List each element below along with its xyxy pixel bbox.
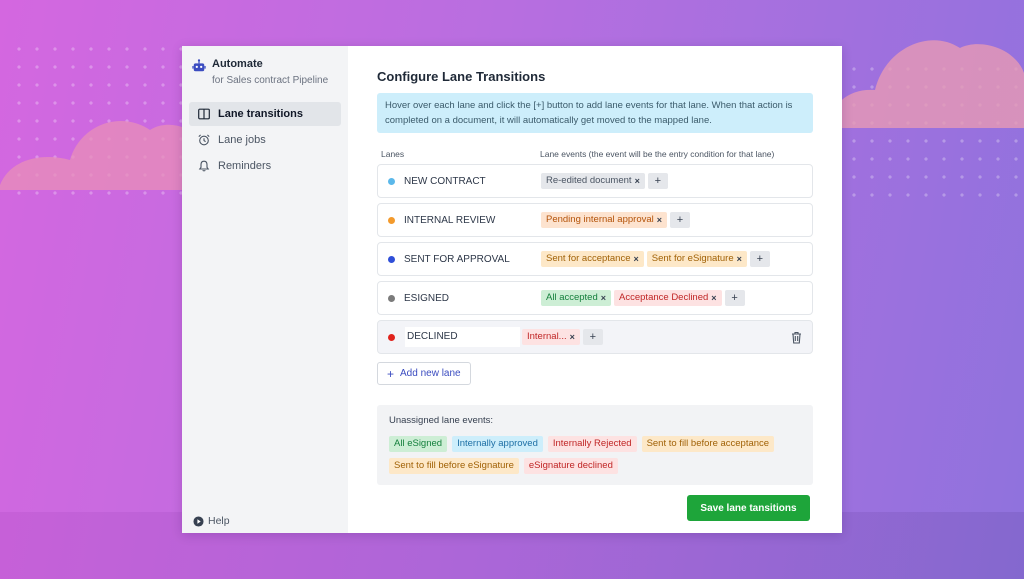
page-title: Configure Lane Transitions [377,69,546,84]
lane-event-list: All accepted × Acceptance Declined × + [541,290,745,306]
add-event-button[interactable]: + [749,251,770,267]
lane-event-label: All accepted [546,292,598,303]
column-headers: Lanes Lane events (the event will be the… [377,149,813,159]
lane-color-dot [388,333,395,341]
lane-color-dot [388,216,395,224]
lane-name: ESIGNED [404,292,450,304]
add-lane-label: Add new lane [400,368,461,379]
help-link[interactable]: Help [193,515,230,527]
sidebar-item-lane-transitions[interactable]: Lane transitions [189,102,341,126]
lane-name: NEW CONTRACT [404,175,486,187]
main-panel: Configure Lane Transitions Hover over ea… [348,46,842,533]
play-circle-icon [193,515,204,527]
brand-subtitle: for Sales contract Pipeline [212,75,329,86]
remove-event-icon[interactable]: × [737,251,742,267]
lane-event-chip: Internal... × [522,329,580,345]
lane-event-list: Pending internal approval × + [541,212,691,228]
plus-icon: + [387,366,395,381]
lane-event-label: Sent for eSignature [651,253,734,264]
sidebar-item-label: Lane jobs [218,134,266,146]
lane-event-label: Sent for acceptance [546,253,631,264]
lane-row[interactable]: NEW CONTRACT Re-edited document × + [377,164,813,198]
lane-row[interactable]: SENT FOR APPROVAL Sent for acceptance × Sen… [377,242,813,276]
add-event-button[interactable]: + [670,212,691,228]
lane-event-chip: Re-edited document × [541,173,645,189]
add-event-button[interactable]: + [582,329,603,345]
remove-event-icon[interactable]: × [657,212,662,228]
remove-event-icon[interactable]: × [570,329,575,345]
lane-event-label: Re-edited document [546,175,632,186]
cloud-right-icon [830,40,1024,128]
brand-title: Automate [212,58,263,70]
lane-event-chip: Sent for eSignature × [646,251,747,267]
unassigned-event-chip[interactable]: All eSigned [389,436,448,452]
add-new-lane-button[interactable]: + Add new lane [377,362,471,385]
lane-color-dot [388,177,395,185]
add-event-button[interactable]: + [724,290,745,306]
save-lane-transitions-button[interactable]: Save lane tansitions [687,495,810,521]
lane-row[interactable]: INTERNAL REVIEW Pending internal approval… [377,203,813,237]
robot-icon [192,59,206,72]
unassigned-event-chip[interactable]: Internally approved [452,436,543,452]
lane-event-chip: All accepted × [541,290,612,306]
help-label: Help [208,515,230,527]
remove-event-icon[interactable]: × [635,173,640,189]
unassigned-events-panel: Unassigned lane events: All eSigned Inter… [377,405,813,485]
info-banner: Hover over each lane and click the [+] b… [377,93,813,133]
brand: Automate for Sales contract Pipeline [182,58,348,86]
remove-event-icon[interactable]: × [711,290,716,306]
alarm-clock-icon [198,134,210,146]
lane-events-column-header: Lane events (the event will be the entry… [540,149,775,159]
bell-icon [198,160,210,172]
lane-row[interactable]: ESIGNED All accepted × Acceptance Declined ×… [377,281,813,315]
unassigned-title: Unassigned lane events: [389,415,494,426]
lane-event-chip: Acceptance Declined × [614,290,722,306]
unassigned-event-chip[interactable]: Sent to fill before eSignature [389,458,519,474]
remove-event-icon[interactable]: × [634,251,639,267]
lane-color-dot [388,294,395,302]
trash-icon[interactable] [791,331,802,344]
lane-event-list: Internal... × + [522,329,603,345]
sidebar-item-lane-jobs[interactable]: Lane jobs [189,128,341,152]
add-event-button[interactable]: + [647,173,668,189]
remove-event-icon[interactable]: × [601,290,606,306]
lane-name: SENT FOR APPROVAL [404,253,510,265]
lane-event-label: Pending internal approval [546,214,654,225]
unassigned-event-chip[interactable]: Sent to fill before acceptance [641,436,775,452]
lane-row[interactable]: DECLINED Internal... × + [377,320,813,354]
lane-list: NEW CONTRACT Re-edited document × + INTERNAL… [377,164,813,354]
unassigned-chip-list: All eSigned Internally approved Internally… [389,436,801,474]
cloud-left-icon [0,121,200,190]
sidebar-item-reminders[interactable]: Reminders [189,154,341,178]
lane-event-chip: Pending internal approval × [541,212,668,228]
lane-name-input[interactable]: DECLINED [405,327,520,347]
unassigned-event-chip[interactable]: eSignature declined [523,458,618,474]
app-window: Automate for Sales contract Pipeline Lan… [182,46,842,533]
lane-event-label: Acceptance Declined [619,292,709,303]
lane-event-list: Re-edited document × + [541,173,668,189]
lane-name: INTERNAL REVIEW [404,214,496,226]
lane-event-list: Sent for acceptance × Sent for eSignature ×… [541,251,770,267]
unassigned-event-chip[interactable]: Internally Rejected [547,436,637,452]
lane-color-dot [388,255,395,263]
sidebar-nav: Lane transitions Lane jobs Reminders [182,102,348,178]
lane-event-chip: Sent for acceptance × [541,251,644,267]
sidebar-item-label: Lane transitions [218,108,303,120]
sidebar: Automate for Sales contract Pipeline Lan… [182,46,348,533]
lanes-column-header: Lanes [381,149,405,159]
columns-icon [198,108,210,120]
sidebar-item-label: Reminders [218,160,272,172]
lane-event-label: Internal... [527,331,567,342]
